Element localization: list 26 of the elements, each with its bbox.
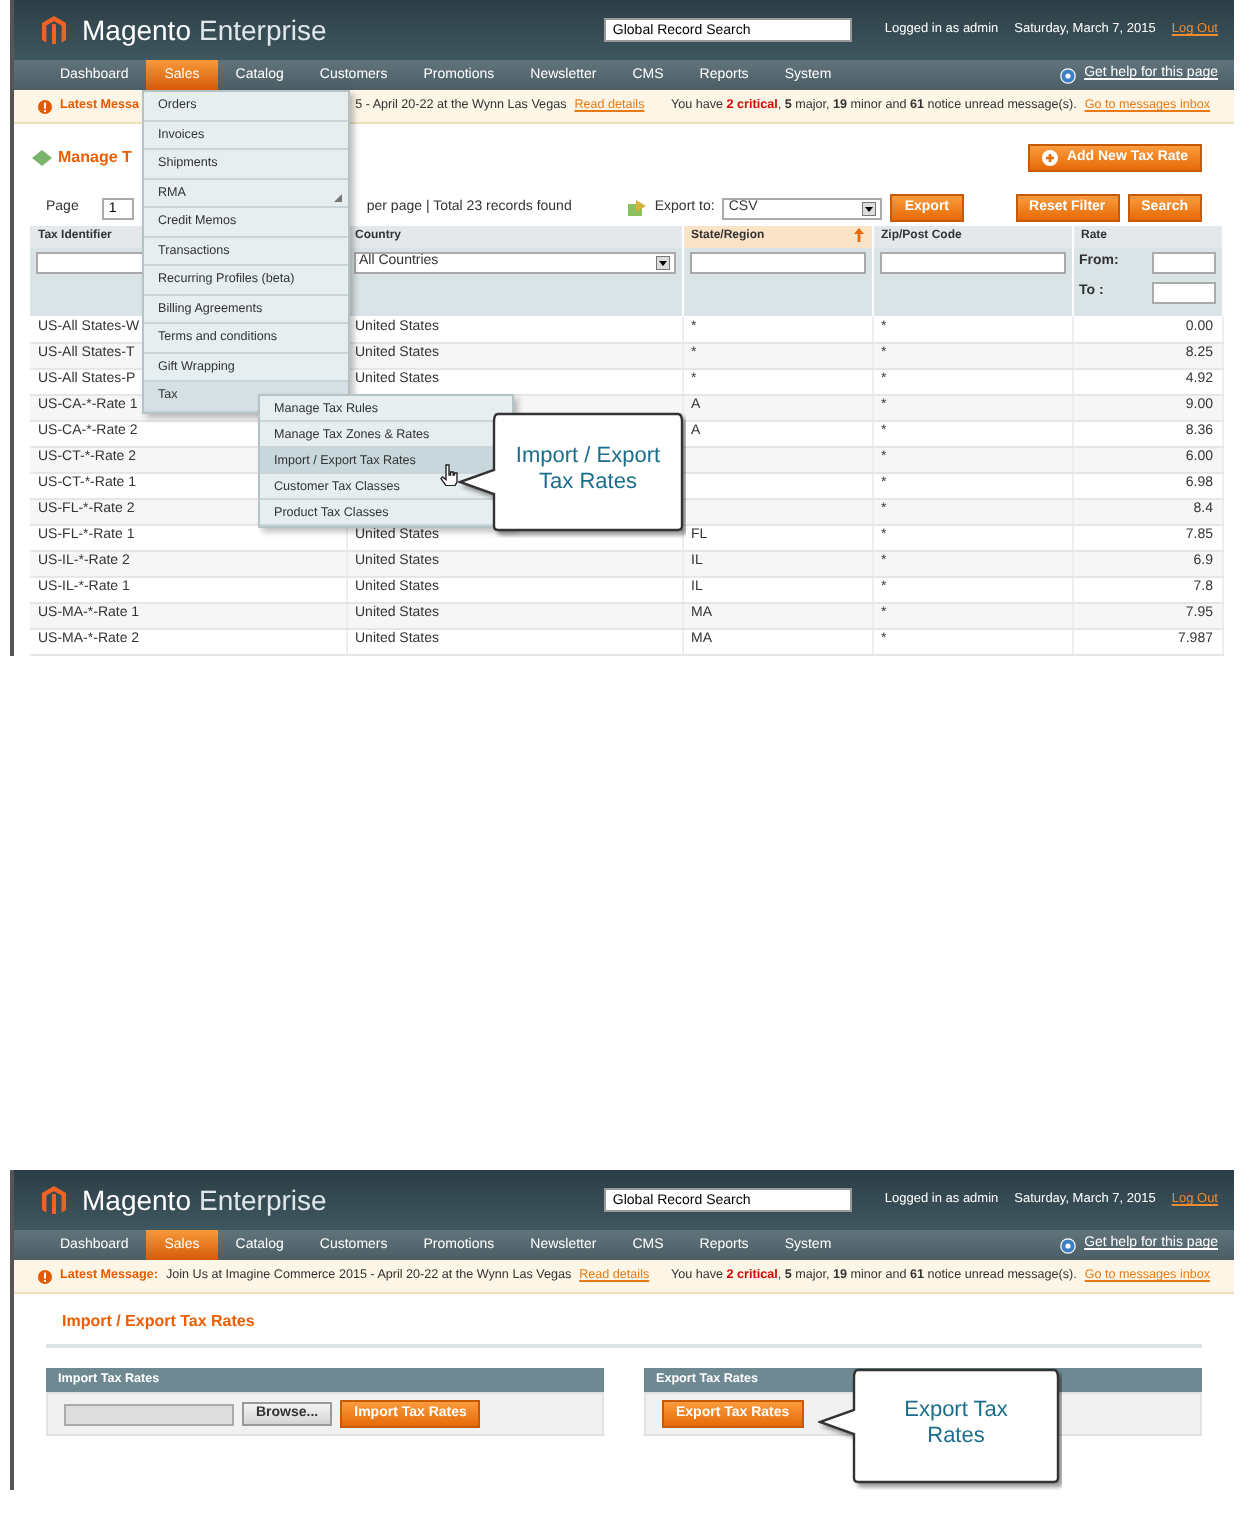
- callout-text: Export Tax Rates: [902, 1398, 1010, 1451]
- export-icon: [628, 200, 647, 216]
- dropdown-arrow-icon: [655, 256, 669, 270]
- logo-icon: [42, 1186, 66, 1214]
- file-field[interactable]: [64, 1403, 234, 1425]
- state-filter[interactable]: [689, 252, 865, 274]
- rate-to-field[interactable]: [1151, 282, 1215, 304]
- page-title: Import / Export Tax Rates: [46, 1310, 1202, 1348]
- hand-cursor-icon: [440, 464, 458, 486]
- edition-text: Enterprise: [198, 1181, 327, 1220]
- dropdown-arrow-icon: [862, 201, 877, 215]
- sort-arrow-icon: [853, 228, 863, 242]
- alert-icon: [38, 1269, 52, 1283]
- corner-arrow-icon: [334, 194, 342, 202]
- help-icon: [1060, 1237, 1077, 1253]
- page-title: Manage T: [58, 145, 132, 169]
- logo-icon: [42, 16, 66, 44]
- alert-icon: [38, 99, 52, 113]
- edition-text: Enterprise: [198, 11, 327, 50]
- logo-text: Magento: [82, 11, 191, 50]
- logo-text: Magento: [82, 1181, 191, 1220]
- plus-icon: [1042, 149, 1059, 165]
- callout-text: Import / Export Tax Rates: [513, 444, 663, 497]
- help-icon: [1060, 67, 1077, 83]
- zip-filter[interactable]: [879, 252, 1065, 274]
- rate-from-field[interactable]: [1151, 252, 1215, 274]
